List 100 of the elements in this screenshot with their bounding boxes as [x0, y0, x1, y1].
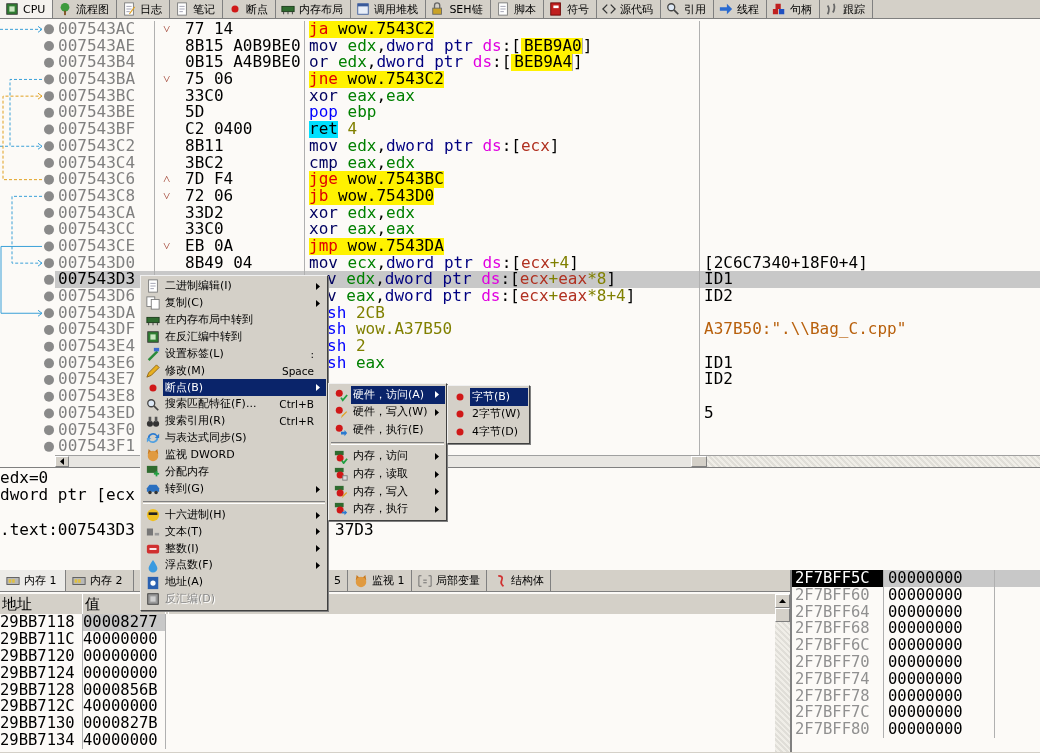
- breakpoint-marker-icon[interactable]: [44, 24, 54, 35]
- stack-row[interactable]: 2F7BFF7C 00000000: [792, 704, 1040, 722]
- breakpoint-marker-icon[interactable]: [44, 57, 54, 68]
- stack-row[interactable]: 2F7BFF64 00000000: [792, 603, 1040, 621]
- breakpoint-marker-icon[interactable]: [44, 41, 54, 52]
- address-cell[interactable]: 007543CC: [55, 221, 155, 238]
- menu-item[interactable]: 4字节(D): [470, 423, 528, 441]
- menu-item[interactable]: 整数(I): [163, 540, 326, 558]
- address-cell[interactable]: 007543BA: [55, 71, 155, 88]
- breakpoint-marker-icon[interactable]: [44, 358, 54, 369]
- breakpoint-marker-icon[interactable]: [44, 157, 54, 168]
- breakpoint-marker-icon[interactable]: [44, 308, 54, 319]
- scroll-thumb[interactable]: [691, 456, 707, 467]
- breakpoint-marker-icon[interactable]: [44, 391, 54, 402]
- breakpoint-marker-icon[interactable]: [44, 324, 54, 335]
- breakpoint-marker-icon[interactable]: [44, 91, 54, 102]
- address-cell[interactable]: 007543C6: [55, 171, 155, 188]
- breakpoint-marker-icon[interactable]: [44, 107, 54, 118]
- vertical-scrollbar[interactable]: [775, 594, 790, 752]
- menu-item[interactable]: 搜索匹配特征(F)... Ctrl+B: [163, 396, 326, 414]
- address-cell[interactable]: 007543CE: [55, 237, 155, 255]
- menu-item[interactable]: 硬件，写入(W): [351, 403, 445, 422]
- hex-bytes: 7D F4: [185, 171, 234, 188]
- breakpoint-marker-icon[interactable]: [44, 141, 54, 152]
- address-cell[interactable]: 007543BF: [55, 121, 155, 138]
- menu-item[interactable]: 二进制编辑(I): [163, 278, 326, 295]
- menu-item[interactable]: 十六进制(H): [163, 506, 326, 524]
- menu-item[interactable]: 内存，写入: [351, 482, 445, 501]
- breakpoint-marker-icon[interactable]: [44, 124, 54, 135]
- menu-item[interactable]: 2字节(W): [470, 405, 528, 424]
- menu-item[interactable]: 搜索引用(R) Ctrl+R: [163, 413, 326, 430]
- menu-item[interactable]: 断点(B): [163, 379, 326, 397]
- menu-item[interactable]: 分配内存: [163, 463, 326, 481]
- sunglasses-icon: [145, 508, 160, 522]
- value-cell: 40000000: [82, 698, 166, 716]
- scroll-up-icon[interactable]: [779, 599, 786, 603]
- hex-bytes: 0B15 A4B9BE0: [185, 54, 301, 72]
- stack-row[interactable]: 2F7BFF80 00000000: [792, 721, 1040, 738]
- car-icon: [145, 482, 160, 497]
- address-cell: 2F7BFF5C: [792, 570, 884, 587]
- breakpoint-marker-icon[interactable]: [44, 208, 54, 219]
- value-cell: 0000827B: [82, 715, 166, 733]
- submenu-arrow-icon: [316, 384, 320, 392]
- jump-marker: ˅: [163, 21, 171, 36]
- breakpoint-marker-icon[interactable]: [44, 274, 54, 285]
- breakpoint-marker-icon[interactable]: [44, 408, 54, 419]
- breakpoint-marker-icon[interactable]: [44, 291, 54, 302]
- stack-row[interactable]: 2F7BFF5C 00000000: [792, 570, 1040, 587]
- menu-item[interactable]: 复制(C): [163, 294, 326, 312]
- scroll-thumb[interactable]: [775, 608, 790, 622]
- breakpoint-check-icon: [333, 387, 348, 402]
- menu-item[interactable]: 地址(A): [163, 574, 326, 592]
- stack-row[interactable]: 2F7BFF70 00000000: [792, 654, 1040, 671]
- menu-item[interactable]: 内存，访问: [351, 447, 445, 466]
- column-header[interactable]: 地址: [0, 594, 83, 614]
- menu-item[interactable]: 监视 DWORD: [163, 446, 326, 464]
- memory-arrow-icon: [333, 502, 348, 517]
- breakpoint-marker-icon[interactable]: [44, 341, 54, 352]
- stack-row[interactable]: 2F7BFF6C 00000000: [792, 637, 1040, 654]
- menu-item[interactable]: 硬件，执行(E): [351, 421, 445, 439]
- breakpoint-marker-icon[interactable]: [44, 425, 54, 436]
- binoculars-icon: [145, 414, 160, 429]
- address-cell: 2F7BFF70: [792, 654, 884, 671]
- info-text: 37D3: [335, 521, 374, 539]
- stack-row[interactable]: 2F7BFF68 00000000: [792, 620, 1040, 638]
- breakpoint-marker-icon[interactable]: [44, 224, 54, 235]
- breakpoint-marker-icon[interactable]: [44, 241, 54, 252]
- menu-item[interactable]: 修改(M) Space: [163, 362, 326, 380]
- menu-item[interactable]: 字节(B): [470, 388, 528, 406]
- menu-item[interactable]: 内存，读取: [351, 465, 445, 483]
- breakpoint-marker-icon[interactable]: [44, 441, 54, 452]
- address-cell-text: 29BB7130: [0, 715, 76, 733]
- menu-item[interactable]: 设置标签(L) :: [163, 345, 326, 363]
- breakpoint-marker-icon[interactable]: [44, 258, 54, 269]
- arrow-icon: [718, 2, 733, 16]
- stack-row[interactable]: 2F7BFF78 00000000: [792, 687, 1040, 705]
- menu-item[interactable]: 浮点数(F): [163, 557, 326, 575]
- tab[interactable]: CPU: [0, 0, 54, 18]
- address-cell[interactable]: 007543C2: [55, 137, 155, 155]
- script-icon: [495, 2, 510, 16]
- address-cell-text: 29BB712C: [0, 698, 76, 716]
- menu-item[interactable]: 在内存布局中转到: [163, 311, 326, 329]
- breakpoint-marker-icon[interactable]: [44, 191, 54, 202]
- menu-item[interactable]: 文本(T): [163, 523, 326, 541]
- breakpoint-marker-icon[interactable]: [44, 174, 54, 185]
- stack-row[interactable]: 2F7BFF60 00000000: [792, 586, 1040, 604]
- address-cell[interactable]: 007543AC: [55, 21, 155, 38]
- address-cell[interactable]: 007543C8: [55, 187, 155, 205]
- value-cell: 00000000: [884, 586, 995, 604]
- stack-row[interactable]: 2F7BFF74 00000000: [792, 670, 1040, 688]
- menu-item[interactable]: 内存，执行: [351, 500, 445, 519]
- address-cell: 2F7BFF78: [792, 687, 884, 705]
- menu-item[interactable]: 硬件，访问(A): [351, 386, 445, 404]
- tab[interactable]: 内存 1: [0, 570, 66, 591]
- menu-item[interactable]: 与表达式同步(S): [163, 430, 326, 447]
- breakpoint-marker-icon[interactable]: [44, 375, 54, 386]
- menu-item[interactable]: 在反汇编中转到: [163, 328, 326, 346]
- menu-item[interactable]: 转到(G): [163, 480, 326, 498]
- breakpoint-marker-icon[interactable]: [44, 74, 54, 85]
- scroll-left-icon[interactable]: [60, 458, 64, 465]
